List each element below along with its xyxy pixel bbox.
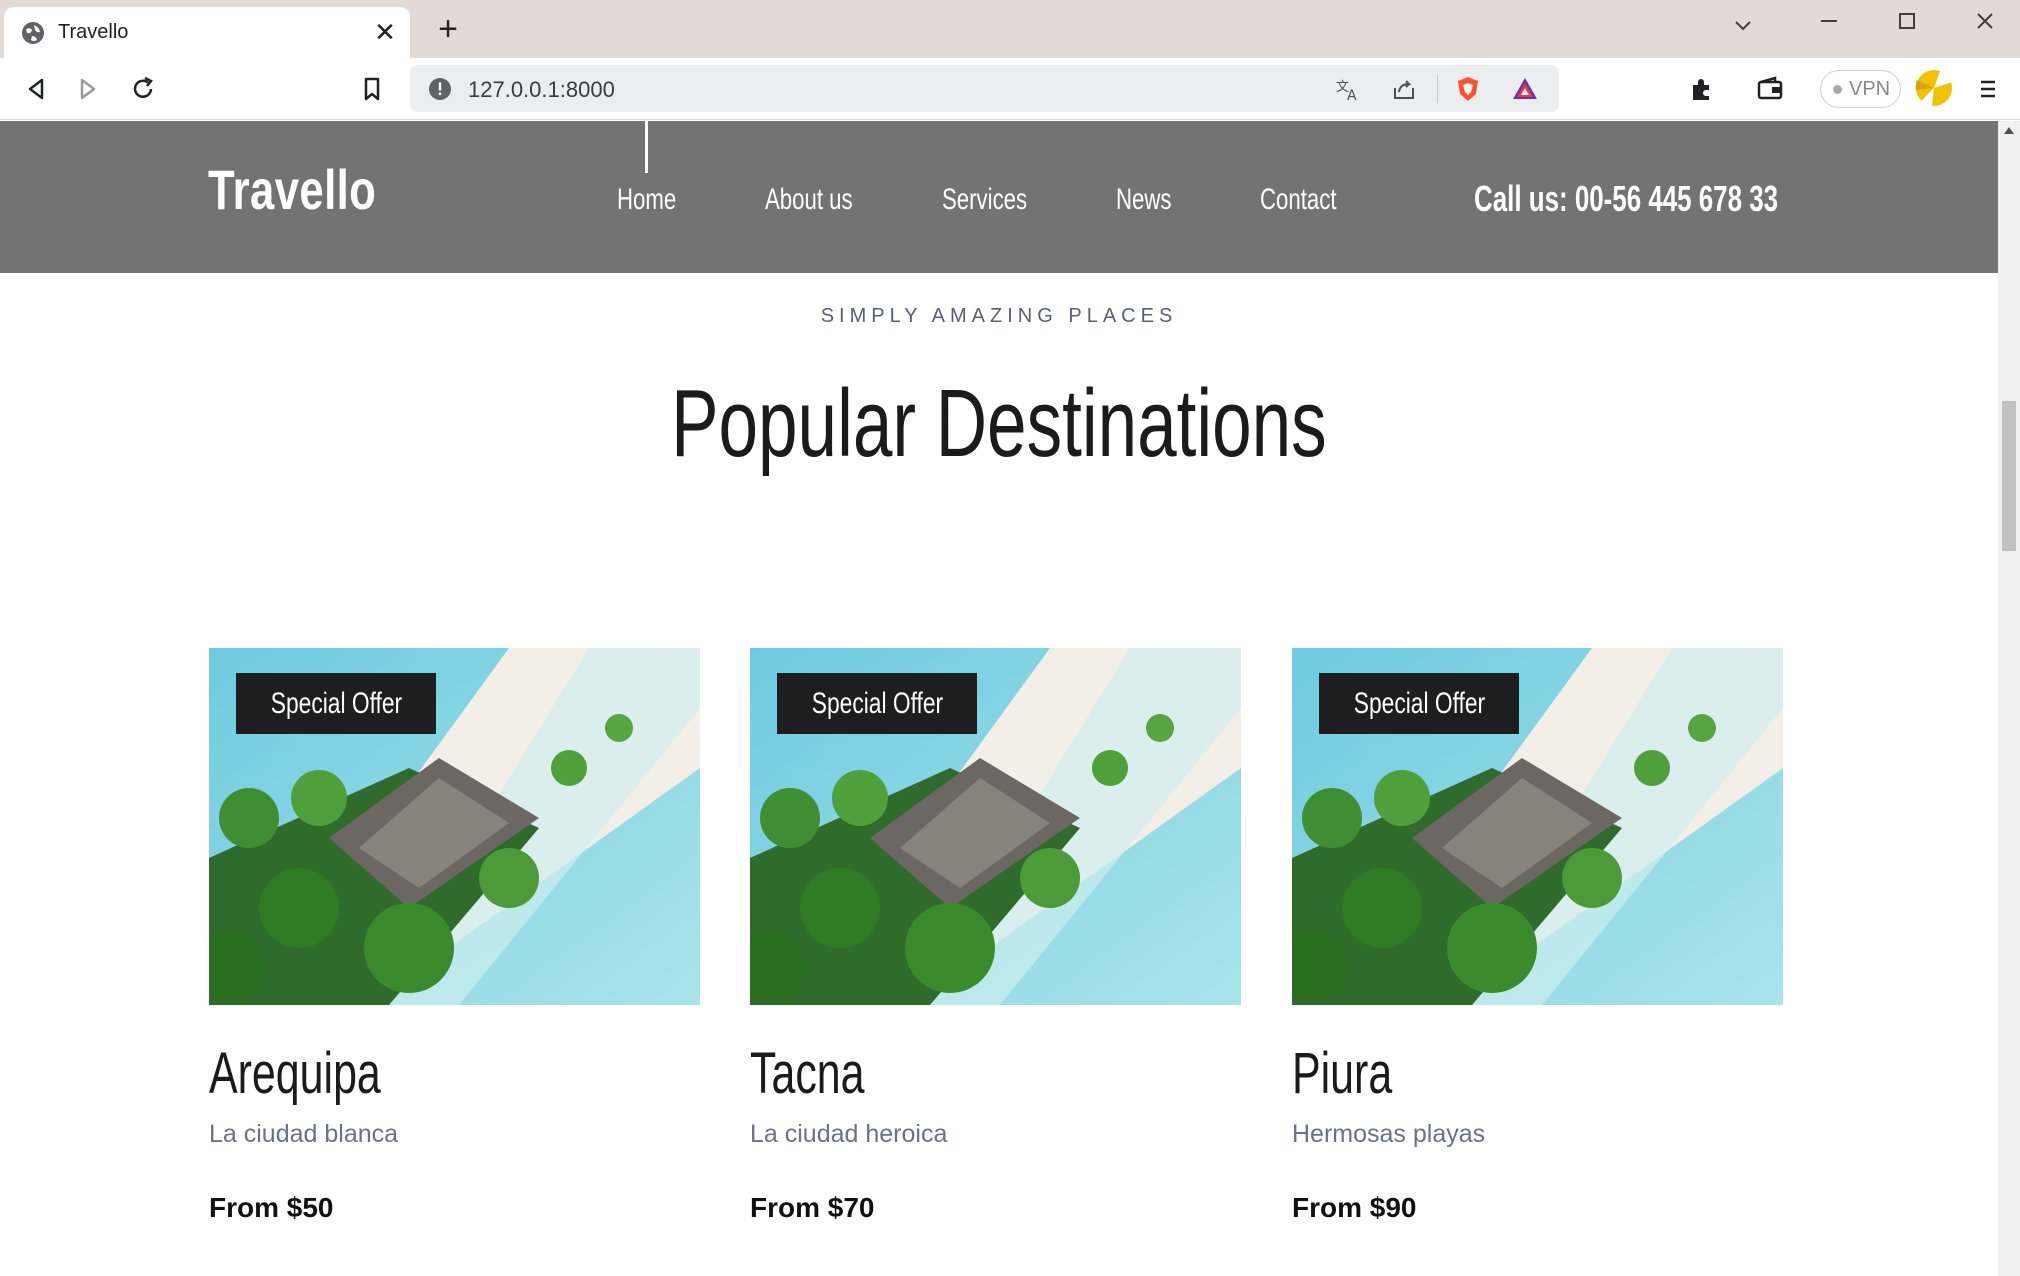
destination-city[interactable]: Arequipa [209, 1040, 381, 1107]
browser-tab[interactable]: Travello ✕ [4, 7, 410, 58]
destination-description: Hermosas playas [1292, 1120, 1486, 1148]
badge-label: Special Offer [811, 687, 943, 720]
site-header: Travello Home About us Services News Con… [0, 121, 1998, 273]
destination-price: From $90 [1292, 1192, 1417, 1223]
share-icon[interactable] [1390, 75, 1418, 103]
close-tab-icon[interactable]: ✕ [370, 17, 400, 47]
back-icon[interactable] [20, 73, 52, 105]
window-close-icon[interactable] [1970, 6, 2000, 36]
address-bar[interactable]: 127.0.0.1:8000 文 A [410, 65, 1559, 112]
extensions-icon[interactable] [1686, 73, 1718, 105]
active-nav-indicator [645, 121, 648, 173]
site-logo[interactable]: Travello [208, 157, 376, 222]
nav-about-us[interactable]: About us [765, 183, 853, 217]
special-offer-badge: Special Offer [1319, 673, 1519, 734]
minimize-icon[interactable] [1814, 6, 1844, 36]
brave-shields-icon[interactable] [1454, 75, 1482, 103]
forward-icon[interactable] [72, 73, 104, 105]
maximize-icon[interactable] [1892, 6, 1922, 36]
svg-text:A: A [1347, 88, 1357, 103]
vpn-button[interactable]: VPN [1820, 70, 1901, 108]
destination-description: La ciudad blanca [209, 1120, 399, 1148]
scroll-thumb[interactable] [2002, 401, 2016, 551]
section-title-text: Popular Destinations [671, 370, 1327, 477]
destination-image[interactable]: Special Offer [1292, 648, 1783, 1005]
wallet-icon[interactable] [1754, 73, 1786, 105]
translate-icon[interactable]: 文 A [1334, 75, 1362, 103]
section-eyebrow: SIMPLY AMAZING PLACES [820, 305, 1178, 327]
badge-label: Special Offer [270, 687, 402, 720]
nav-news[interactable]: News [1116, 183, 1172, 217]
nav-contact[interactable]: Contact [1260, 183, 1337, 217]
url-text[interactable]: 127.0.0.1:8000 [468, 77, 615, 103]
site-info-icon[interactable] [428, 77, 452, 101]
destination-city[interactable]: Piura [1292, 1040, 1392, 1107]
nav-services[interactable]: Services [942, 183, 1027, 217]
tab-search-chevron-icon[interactable] [1728, 10, 1758, 40]
new-tab-button[interactable]: + [430, 12, 466, 48]
call-us-phone[interactable]: Call us: 00-56 445 678 33 [1474, 178, 1778, 220]
page-viewport: Travello Home About us Services News Con… [0, 121, 1998, 1276]
vpn-label: VPN [1849, 78, 1891, 100]
reload-icon[interactable] [127, 73, 159, 105]
browser-tab-strip: Travello ✕ + [0, 0, 2020, 58]
scroll-up-arrow-icon[interactable] [2004, 127, 2014, 134]
bookmark-icon[interactable] [356, 73, 388, 105]
page-scrollbar[interactable] [1998, 121, 2020, 1276]
destination-price: From $70 [750, 1192, 875, 1223]
badge-label: Special Offer [1353, 687, 1485, 720]
destination-city[interactable]: Tacna [750, 1040, 865, 1107]
destination-image[interactable]: Special Offer [209, 648, 700, 1005]
brave-rewards-icon[interactable] [1511, 75, 1539, 103]
globe-icon [22, 22, 44, 44]
menu-icon[interactable] [1972, 73, 2004, 105]
destination-image[interactable]: Special Offer [750, 648, 1241, 1005]
special-offer-badge: Special Offer [236, 673, 436, 734]
toolbar-divider [1437, 75, 1438, 103]
browser-toolbar: 127.0.0.1:8000 文 A VPN [0, 58, 2020, 120]
destination-description: La ciudad heroica [750, 1120, 948, 1148]
special-offer-badge: Special Offer [777, 673, 977, 734]
section-title: Popular Destinations [0, 369, 1998, 479]
vpn-status-dot [1833, 85, 1842, 94]
nav-home[interactable]: Home [617, 183, 676, 217]
tab-title: Travello [58, 21, 129, 43]
destination-price: From $50 [209, 1192, 334, 1223]
profile-avatar-icon[interactable] [1914, 68, 1954, 108]
